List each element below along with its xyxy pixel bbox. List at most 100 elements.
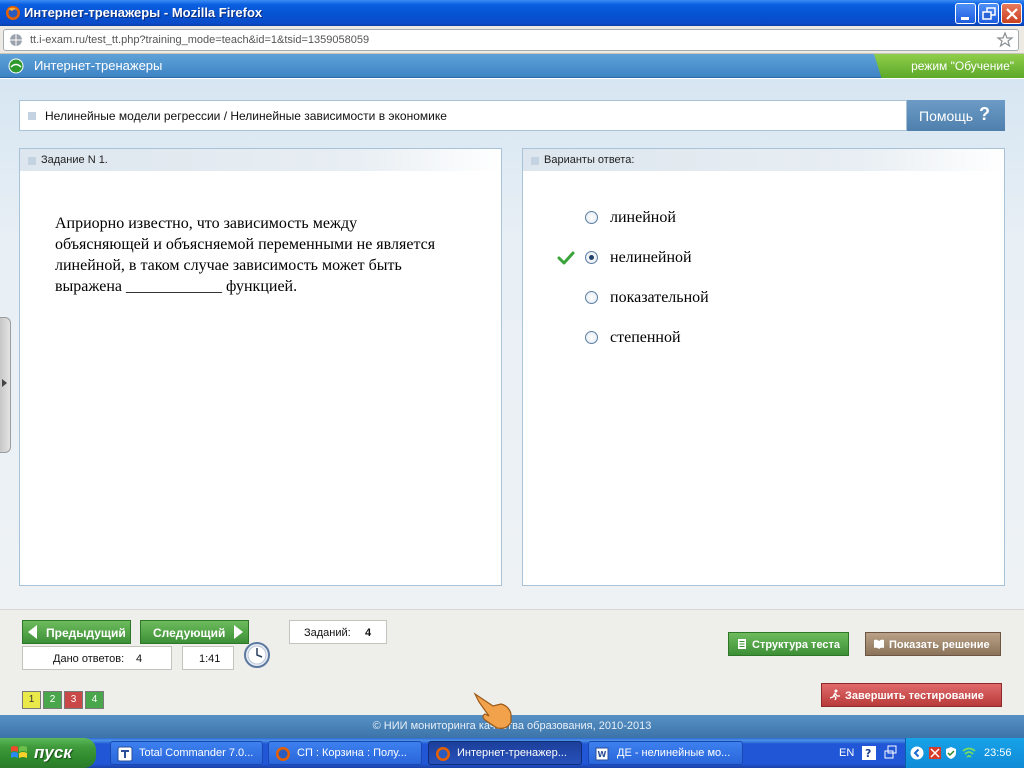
task-number-4[interactable]: 4 bbox=[85, 691, 104, 709]
taskbar-item-label: ДЕ - нелинейные мо... bbox=[617, 747, 731, 759]
question-text: Априорно известно, что зависимость между… bbox=[55, 215, 436, 295]
finish-test-button[interactable]: Завершить тестирование bbox=[821, 683, 1002, 707]
answer-option[interactable]: линейной bbox=[523, 209, 1004, 249]
breadcrumb-text: Нелинейные модели регрессии / Нелинейные… bbox=[45, 109, 447, 123]
security-shield-icon[interactable] bbox=[944, 746, 958, 760]
svg-text:?: ? bbox=[865, 747, 871, 760]
minimize-icon bbox=[961, 17, 969, 20]
wifi-icon[interactable] bbox=[962, 746, 976, 760]
taskbar-item-active[interactable]: Интернет-тренажер... bbox=[428, 741, 582, 765]
task-panel: Задание N 1. Априорно известно, что зави… bbox=[19, 148, 502, 586]
answer-option[interactable]: показательной bbox=[523, 289, 1004, 329]
globe-icon bbox=[10, 34, 22, 46]
finish-test-label: Завершить тестирование bbox=[845, 690, 984, 702]
chevron-right-icon bbox=[2, 379, 7, 387]
task-panel-header: Задание N 1. bbox=[20, 149, 501, 171]
maximize-button[interactable] bbox=[978, 3, 999, 24]
window-titlebar: Интернет-тренажеры - Mozilla Firefox bbox=[0, 0, 1024, 26]
app-header: Интернет-тренажеры режим "Обучение" bbox=[0, 54, 1024, 78]
antivirus-icon[interactable] bbox=[928, 746, 942, 760]
radio-button[interactable] bbox=[585, 291, 598, 304]
total-commander-icon bbox=[117, 746, 133, 762]
answers-count-box: Дано ответов: 4 bbox=[22, 646, 172, 670]
arrow-right-icon bbox=[234, 625, 243, 639]
taskbar-item[interactable]: W ДЕ - нелинейные мо... bbox=[588, 741, 743, 765]
running-man-icon bbox=[829, 689, 840, 701]
radio-button-selected[interactable] bbox=[585, 251, 598, 264]
close-icon bbox=[1006, 8, 1018, 20]
bullet-square-icon bbox=[28, 112, 36, 120]
prev-label: Предыдущий bbox=[46, 626, 126, 640]
answer-option[interactable]: степенной bbox=[523, 329, 1004, 369]
side-collapse-tab[interactable] bbox=[0, 317, 11, 453]
word-icon: W bbox=[595, 747, 609, 761]
system-clock[interactable]: 23:56 bbox=[984, 747, 1012, 759]
help-label: Помощь bbox=[919, 108, 974, 124]
timer-box: 1:41 bbox=[182, 646, 234, 670]
taskbar-item-label: Интернет-тренажер... bbox=[457, 747, 567, 759]
close-button[interactable] bbox=[1001, 3, 1022, 24]
show-solution-button[interactable]: Показать решение bbox=[865, 632, 1001, 656]
restore-tray-icon[interactable] bbox=[884, 745, 898, 761]
bullet-square-icon bbox=[531, 157, 539, 165]
restore-icon bbox=[982, 7, 996, 20]
help-question-icon: ? bbox=[979, 104, 990, 124]
firefox-icon bbox=[436, 747, 450, 761]
arrow-left-icon bbox=[28, 625, 37, 639]
svg-text:W: W bbox=[598, 750, 607, 759]
help-button[interactable]: Помощь ? bbox=[907, 100, 1005, 131]
test-structure-button[interactable]: Структура теста bbox=[728, 632, 849, 656]
breadcrumb: Нелинейные модели регрессии / Нелинейные… bbox=[19, 100, 907, 131]
answer-option-label[interactable]: линейной bbox=[610, 209, 676, 227]
task-number-2[interactable]: 2 bbox=[43, 691, 62, 709]
answer-option[interactable]: нелинейной bbox=[523, 249, 1004, 289]
firefox-icon bbox=[276, 747, 290, 761]
answer-option-label[interactable]: показательной bbox=[610, 289, 709, 307]
taskbar-item-label: СП : Корзина : Полу... bbox=[297, 747, 407, 759]
tasks-label: Заданий: bbox=[304, 627, 351, 639]
taskbar-item-label: Total Commander 7.0... bbox=[139, 747, 254, 759]
start-label: пуск bbox=[34, 743, 72, 762]
answer-panel-title: Варианты ответа: bbox=[544, 154, 635, 166]
start-button[interactable]: пуск bbox=[0, 738, 96, 768]
next-button[interactable]: Следующий bbox=[140, 620, 249, 644]
system-tray: 23:56 bbox=[905, 738, 1024, 768]
task-number-3[interactable]: 3 bbox=[64, 691, 83, 709]
test-structure-label: Структура теста bbox=[752, 639, 841, 651]
help-tray-icon[interactable]: ? bbox=[862, 746, 876, 760]
list-icon bbox=[738, 639, 746, 649]
clock-icon bbox=[244, 642, 270, 668]
windows-flag-icon bbox=[11, 746, 27, 758]
mode-badge: режим "Обучение" bbox=[874, 54, 1024, 78]
minimize-button[interactable] bbox=[955, 3, 976, 24]
taskbar-item[interactable]: Total Commander 7.0... bbox=[110, 741, 263, 765]
taskbar-item[interactable]: СП : Корзина : Полу... bbox=[268, 741, 422, 765]
app-logo-icon bbox=[8, 58, 24, 74]
firefox-icon bbox=[6, 6, 20, 20]
radio-dot-icon bbox=[589, 255, 594, 260]
answer-panel-header: Варианты ответа: bbox=[523, 149, 1004, 171]
radio-button[interactable] bbox=[585, 211, 598, 224]
next-label: Следующий bbox=[153, 626, 226, 640]
bookmark-star-icon[interactable] bbox=[996, 31, 1014, 49]
correct-check-icon bbox=[557, 251, 575, 265]
radio-button[interactable] bbox=[585, 331, 598, 344]
address-bar[interactable]: tt.i-exam.ru/test_tt.php?training_mode=t… bbox=[3, 29, 1019, 51]
answer-options: линейной нелинейной показательной степен… bbox=[523, 209, 1004, 369]
prev-button[interactable]: Предыдущий bbox=[22, 620, 131, 644]
answer-panel: Варианты ответа: линейной нелинейной пок… bbox=[522, 148, 1005, 586]
bullet-square-icon bbox=[28, 157, 36, 165]
timer-value: 1:41 bbox=[199, 653, 221, 665]
book-icon bbox=[874, 639, 884, 649]
task-panel-title: Задание N 1. bbox=[41, 154, 108, 166]
answer-option-label[interactable]: степенной bbox=[610, 329, 681, 347]
chevron-left-icon[interactable] bbox=[910, 746, 924, 760]
tasks-count: 4 bbox=[365, 627, 372, 639]
task-number-1[interactable]: 1 bbox=[22, 691, 41, 709]
answer-option-label[interactable]: нелинейной bbox=[610, 249, 692, 267]
taskbar: пуск Total Commander 7.0... СП : Корзина… bbox=[0, 738, 1024, 768]
browser-toolbar: tt.i-exam.ru/test_tt.php?training_mode=t… bbox=[0, 26, 1024, 54]
language-indicator[interactable]: EN bbox=[839, 747, 854, 759]
tasks-count-box: Заданий: 4 bbox=[289, 620, 387, 644]
window-title: Интернет-тренажеры - Mozilla Firefox bbox=[24, 5, 263, 20]
